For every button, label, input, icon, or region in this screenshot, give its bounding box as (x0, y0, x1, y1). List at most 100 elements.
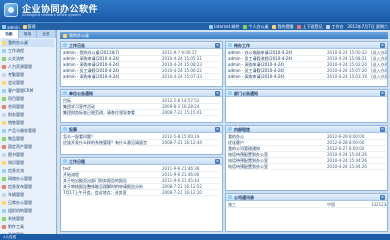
panel-title: 投票 × (61, 126, 222, 133)
panel-icon (63, 127, 67, 131)
panel-title-text: 投票 (69, 126, 77, 132)
close-icon[interactable]: × (215, 159, 220, 164)
item-status (206, 74, 220, 79)
item-date: 2010-4-24 15:07:33 (162, 74, 202, 79)
portal-grid: 工作日志 × admin - 我的办公桌(2011年7) 2011-9-7 9:00:… (60, 41, 388, 232)
sidebar-item[interactable]: 会议管理 (2, 79, 54, 87)
item-date: 2010-4-24 15:06:22 (162, 68, 202, 73)
item-status (206, 166, 220, 171)
menu-folder-icon (2, 49, 6, 53)
item-status (206, 98, 220, 103)
sidebar-tab-business[interactable]: 业务 (37, 30, 57, 38)
sidebar-item[interactable]: 财务管理 (2, 111, 54, 119)
sidebar-item-label: 公文流转 (8, 56, 24, 61)
item-status (371, 146, 385, 151)
close-icon[interactable]: × (380, 43, 385, 48)
item-date: 2012-6-28 8:00:00 (327, 140, 365, 145)
sidebar-item-label: 财务管理 (8, 112, 24, 117)
close-icon[interactable]: × (215, 91, 220, 96)
close-icon[interactable]: × (380, 195, 385, 200)
sidebar-item[interactable]: 图书管理 (2, 151, 54, 159)
panel-unit-notice: 单位公告通知 × 目标 2012-5-8 14:57:52 集团学习宣传活动 2009-8… (60, 89, 223, 123)
item-status: 13212345767 (371, 202, 387, 207)
sidebar-item[interactable]: 信息发布管理 (2, 183, 54, 191)
sidebar-item-label: 人力资源管理 (8, 64, 32, 69)
item-title: 电话待预配置到办公室 (228, 152, 268, 157)
sidebar-item[interactable]: 公文流转 (2, 55, 54, 63)
panel-title: 工作日程 × (61, 158, 222, 165)
menu-folder-icon (2, 201, 6, 205)
menu-folder-icon (2, 105, 6, 109)
list-item[interactable]: 张三 中国 13212345767 (228, 202, 387, 208)
sidebar-item-label: 网络办公管理 (8, 176, 32, 181)
panel-rows: admin - 办公电脑申请(2010-4-24) 2010-4-24 15:00… (226, 49, 387, 81)
sidebar-item[interactable]: 组织机构管理 (2, 207, 54, 215)
panel-schedule: 工作日程 × test 2011-9-6 21:46:38 开始流程 2011-9-6 2… (60, 157, 223, 232)
dept-icon (22, 25, 27, 29)
sidebar-item-label: 图书管理 (8, 152, 24, 157)
item-status (371, 140, 385, 145)
list-item[interactable]: admin - 采购申请(2010-4-24) 2010-4-24 15:07:3… (63, 74, 220, 80)
sidebar-item-label: 项目管理 (8, 96, 24, 101)
menu-folder-icon (2, 89, 6, 93)
sidebar-item[interactable]: 信息交流 (2, 167, 54, 175)
sidebar-item[interactable]: 项目管理 (2, 95, 54, 103)
current-user[interactable]: admin (2, 25, 20, 30)
item-title: 优化客户 (228, 140, 244, 145)
list-item[interactable]: 电话待预配置到办公室 2010-4-24 15:44:26 (228, 164, 385, 170)
sidebar-item[interactable]: 固定资产管理 (2, 143, 54, 151)
list-item[interactable]: 集团财务标准已规范改，请各位领导查看 2008-7-21 15:15:41 (63, 110, 220, 116)
item-status (206, 104, 220, 109)
item-status (206, 184, 220, 189)
item-title: admin - 员工请假(2010-4-24) (63, 68, 120, 73)
menu-folder-icon (2, 169, 6, 173)
close-icon[interactable]: × (215, 127, 220, 132)
close-icon[interactable]: × (215, 43, 220, 48)
close-icon[interactable]: × (380, 127, 385, 132)
item-status (206, 178, 220, 183)
sidebar-tab-common[interactable]: 常用 (19, 30, 38, 38)
item-title: admin - 采购申请(2010-4-24) (63, 62, 120, 67)
item-date: 2010-4-24 15:44:26 (327, 158, 367, 163)
sidebar-item[interactable]: 知识管理 (2, 159, 54, 167)
sidebar-item[interactable]: 工作流程 (2, 47, 54, 55)
item-title: 关于审核报告整体能且理解时的申请报告分析 (63, 184, 143, 189)
sidebar-menu: 我的办公桌 工作流程 公文流转人力资源管理考勤管理 会议管理 客户管理CRM 项目管理合同… (0, 38, 56, 240)
sidebar-item[interactable]: 销售管理 (2, 119, 54, 127)
sidebar-item-label: 日常办公管理 (8, 200, 32, 205)
item-date: 2010-4-24 15:00:22 (327, 50, 367, 55)
menu-folder-icon (2, 217, 6, 221)
item-date: 2012-5-8 14:57:52 (162, 98, 200, 103)
sidebar-item[interactable]: 人力资源管理 (2, 63, 54, 71)
sidebar-item[interactable]: 考勤管理 (2, 71, 54, 79)
list-item[interactable]: 应该开发什么样的系统管理？有什么意见请留言 2008-7-21 16:12:44 (63, 140, 220, 146)
sidebar-item[interactable]: 物品管理 (2, 135, 54, 143)
header: 企业协同办公软件 Intelligent network office syst… (0, 0, 390, 22)
item-title: 怎么一起看问题？ (63, 134, 95, 139)
close-icon[interactable]: × (380, 91, 385, 96)
item-title: admin - 采购申请(2010-4-24) (63, 74, 120, 79)
panel-title-text: 公司通讯录 (234, 194, 254, 200)
sidebar-tab-function[interactable]: 功能 (0, 30, 19, 38)
sidebar-item[interactable]: 合同管理 (2, 103, 54, 111)
item-date: 2009-8-3 16:28:24 (162, 104, 200, 109)
sidebar-item[interactable]: 车辆管理 (2, 191, 54, 199)
panel-sms: 内部短信 × 我的办公 2012-6-29 8:00:00 优化客户 2012-6-28 … (225, 125, 388, 191)
list-item[interactable]: admin - 采购申请(2010-4-24) 2010-4-24 15:03:1… (228, 74, 387, 80)
sidebar-item-label: 合同管理 (8, 104, 24, 109)
panel-rows: 怎么一起看问题？ 2012-5-8 15:00:19 应该开发什么样的系统管理？有什… (61, 133, 222, 147)
sidebar-item[interactable]: 客户管理CRM (2, 87, 54, 95)
sidebar-item-label: 车辆管理 (8, 192, 24, 197)
sidebar-item[interactable]: 系统管理 (2, 215, 54, 223)
sidebar-item[interactable]: 我的办公桌 (2, 39, 54, 47)
item-date: 2010-4-24 15:44:26 (327, 164, 367, 169)
panel-title: 部门公告通知 × (226, 90, 387, 97)
sidebar-item[interactable]: 日常办公管理 (2, 199, 54, 207)
mail-icon (209, 25, 214, 29)
online-count: 1人在线 (3, 235, 17, 239)
sidebar-item[interactable]: 产品与服务管理 (2, 127, 54, 135)
sidebar-item[interactable]: 附件工具 (2, 223, 54, 231)
item-title: 我的办公 (228, 134, 244, 139)
list-item[interactable]: 7月17上午开会，会议地点：业务室 2008-7-21 16:12:20 (63, 190, 220, 196)
sidebar-item[interactable]: 网络办公管理 (2, 175, 54, 183)
